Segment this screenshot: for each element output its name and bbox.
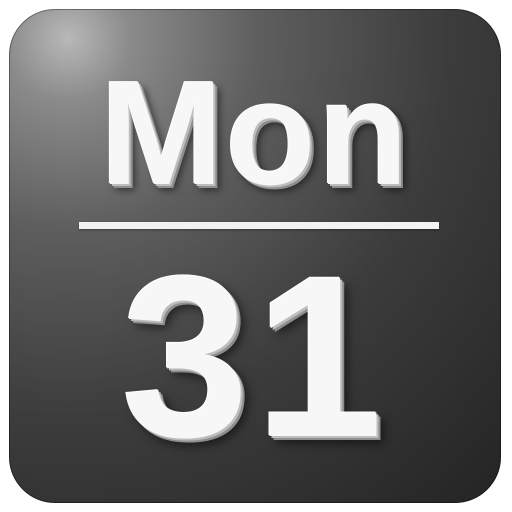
day-of-week-label: Mon — [99, 51, 411, 216]
day-of-month-label: 31 — [121, 228, 389, 485]
calendar-app-icon[interactable]: Mon 31 — [9, 9, 501, 503]
